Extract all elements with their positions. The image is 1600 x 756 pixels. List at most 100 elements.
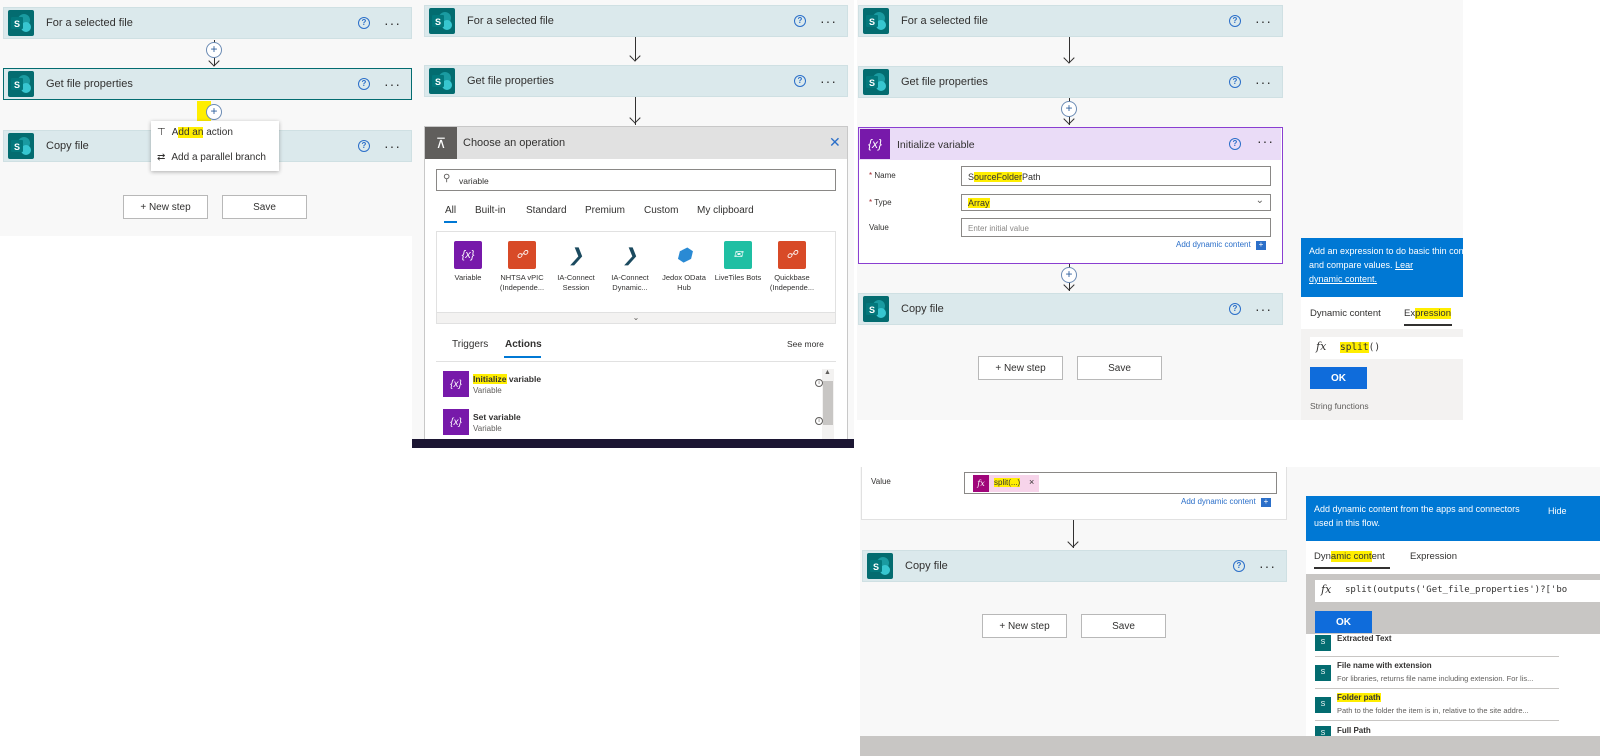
more-options-icon[interactable]: ··· bbox=[1259, 559, 1276, 573]
list-item[interactable]: S Full Path bbox=[1315, 723, 1559, 736]
dynamic-content-link[interactable]: dynamic content. bbox=[1309, 274, 1377, 284]
help-icon[interactable]: ? bbox=[1233, 560, 1245, 572]
step-card-get-file-properties[interactable]: S Get file properties ? ··· bbox=[424, 65, 848, 97]
help-icon[interactable]: ? bbox=[1229, 138, 1241, 150]
add-dynamic-content-link[interactable]: Add dynamic content + bbox=[1181, 497, 1271, 507]
more-options-icon[interactable]: ··· bbox=[820, 14, 837, 28]
tab-dynamic-content[interactable]: Dynamic content bbox=[1314, 551, 1385, 562]
new-step-button[interactable]: + New step bbox=[978, 356, 1063, 380]
ok-button[interactable]: OK bbox=[1315, 611, 1372, 633]
help-icon[interactable]: ? bbox=[794, 75, 806, 87]
more-options-icon[interactable]: ··· bbox=[1257, 134, 1274, 148]
more-options-icon[interactable]: ··· bbox=[820, 74, 837, 88]
connector-jedox[interactable]: ⬢ Jedox OData Hub bbox=[656, 241, 712, 293]
expand-bar[interactable]: ⌄ bbox=[436, 312, 836, 324]
save-button[interactable]: Save bbox=[222, 195, 307, 219]
connector-variable[interactable]: {x} Variable bbox=[440, 241, 496, 283]
step-card-copy-file[interactable]: S Copy file ? ··· bbox=[858, 293, 1283, 325]
search-input[interactable]: ⚲ variable bbox=[436, 169, 836, 191]
sharepoint-icon: S bbox=[1315, 697, 1331, 713]
help-icon[interactable]: ? bbox=[794, 15, 806, 27]
operation-icon: ⊼ bbox=[425, 127, 457, 159]
save-button[interactable]: Save bbox=[1077, 356, 1162, 380]
menu-item-add-parallel-branch[interactable]: ⇄ Add a parallel branch bbox=[157, 152, 266, 163]
name-input[interactable]: SourceFolderPath bbox=[961, 166, 1271, 186]
placeholder-text: Enter initial value bbox=[968, 224, 1029, 233]
step-card-get-file-properties[interactable]: S Get file properties ? ··· bbox=[858, 66, 1283, 98]
menu-label: Add a parallel branch bbox=[171, 152, 266, 163]
tab-dynamic-content[interactable]: Dynamic content bbox=[1310, 308, 1381, 319]
step-title: For a selected file bbox=[467, 15, 554, 27]
tab-all[interactable]: All bbox=[445, 205, 456, 216]
tab-my-clipboard[interactable]: My clipboard bbox=[697, 205, 754, 216]
see-more-link[interactable]: See more bbox=[787, 339, 824, 349]
more-options-icon[interactable]: ··· bbox=[1255, 14, 1272, 28]
scroll-up-icon[interactable]: ▲ bbox=[824, 369, 831, 376]
menu-item-add-action[interactable]: ⊤ Add an action bbox=[157, 127, 233, 138]
value-input[interactable]: fx split(...) × bbox=[964, 472, 1277, 494]
select-value: Array bbox=[968, 198, 990, 208]
step-card-get-file-properties[interactable]: S Get file properties ? ··· bbox=[3, 68, 412, 100]
more-options-icon[interactable]: ··· bbox=[384, 77, 401, 91]
insert-step-plus-icon[interactable]: + bbox=[206, 104, 222, 120]
search-value: variable bbox=[459, 176, 489, 186]
help-icon[interactable]: ? bbox=[1229, 303, 1241, 315]
new-step-button[interactable]: + New step bbox=[982, 614, 1067, 638]
tab-standard[interactable]: Standard bbox=[526, 205, 567, 216]
tab-triggers[interactable]: Triggers bbox=[452, 339, 488, 350]
new-step-button[interactable]: + New step bbox=[123, 195, 208, 219]
save-button[interactable]: Save bbox=[1081, 614, 1166, 638]
connector-livetiles[interactable]: ✉ LiveTiles Bots bbox=[710, 241, 766, 283]
connector-nhtsa[interactable]: ☍ NHTSA vPIC (Independe... bbox=[494, 241, 550, 293]
expression-input[interactable]: fx split(outputs('Get_file_properties')?… bbox=[1315, 580, 1600, 602]
item-title: File name with extension bbox=[1337, 661, 1432, 670]
sharepoint-icon: S bbox=[6, 8, 36, 38]
scrollbar[interactable]: ▲ bbox=[822, 369, 834, 439]
info-icon[interactable]: i bbox=[815, 417, 823, 425]
remove-token-icon[interactable]: × bbox=[1029, 477, 1034, 487]
learn-more-link[interactable]: Lear bbox=[1395, 260, 1413, 270]
ok-button[interactable]: OK bbox=[1310, 367, 1367, 389]
jedox-icon: ⬢ bbox=[670, 241, 698, 269]
type-select[interactable]: Array ⌄ bbox=[961, 194, 1271, 211]
help-icon[interactable]: ? bbox=[358, 17, 370, 29]
list-item[interactable]: S Extracted Text bbox=[1315, 633, 1559, 657]
scroll-thumb[interactable] bbox=[823, 381, 833, 425]
help-icon[interactable]: ? bbox=[358, 78, 370, 90]
variable-icon: {x} bbox=[860, 129, 890, 159]
tab-custom[interactable]: Custom bbox=[644, 205, 678, 216]
step-card-copy-file[interactable]: S Copy file ? ··· bbox=[862, 550, 1287, 582]
more-options-icon[interactable]: ··· bbox=[384, 139, 401, 153]
tab-expression[interactable]: Expression bbox=[1404, 308, 1452, 319]
expression-panel: Add an expression to do basic thin conve… bbox=[1301, 238, 1463, 420]
tab-premium[interactable]: Premium bbox=[585, 205, 625, 216]
info-icon[interactable]: i bbox=[815, 379, 823, 387]
value-input[interactable]: Enter initial value bbox=[961, 218, 1271, 237]
tab-expression[interactable]: Expression bbox=[1410, 551, 1457, 562]
more-options-icon[interactable]: ··· bbox=[384, 16, 401, 30]
more-options-icon[interactable]: ··· bbox=[1255, 75, 1272, 89]
more-options-icon[interactable]: ··· bbox=[1255, 302, 1272, 316]
expression-token[interactable]: fx split(...) × bbox=[973, 475, 1039, 492]
expression-input[interactable]: fx split() bbox=[1310, 337, 1463, 359]
step-card-for-selected-file[interactable]: S For a selected file ? ··· bbox=[424, 5, 848, 37]
step-card-for-selected-file[interactable]: S For a selected file ? ··· bbox=[3, 7, 412, 39]
connector-quickbase[interactable]: ☍ Quickbase (Independe... bbox=[764, 241, 820, 293]
search-icon: ⚲ bbox=[443, 173, 451, 184]
svg-text:S: S bbox=[869, 17, 875, 27]
help-icon[interactable]: ? bbox=[1229, 76, 1241, 88]
help-icon[interactable]: ? bbox=[1229, 15, 1241, 27]
hide-link[interactable]: Hide bbox=[1548, 504, 1567, 518]
add-dynamic-content-link[interactable]: Add dynamic content + bbox=[1176, 240, 1266, 250]
list-item[interactable]: S File name with extension For libraries… bbox=[1315, 659, 1559, 689]
tab-built-in[interactable]: Built-in bbox=[475, 205, 506, 216]
connector-ia-connect-session[interactable]: ❯ IA-Connect Session bbox=[548, 241, 604, 293]
connector-ia-connect-dynamic[interactable]: ❯ IA-Connect Dynamic... bbox=[602, 241, 658, 293]
action-set-variable[interactable]: {x} Set variable Variable i bbox=[443, 409, 823, 439]
step-card-for-selected-file[interactable]: S For a selected file ? ··· bbox=[858, 5, 1283, 37]
action-initialize-variable[interactable]: {x} Initialize variable Variable i bbox=[443, 371, 823, 401]
tab-actions[interactable]: Actions bbox=[505, 339, 542, 350]
help-icon[interactable]: ? bbox=[358, 140, 370, 152]
list-item[interactable]: S Folder path Path to the folder the ite… bbox=[1315, 691, 1559, 721]
close-icon[interactable]: ✕ bbox=[829, 134, 841, 151]
